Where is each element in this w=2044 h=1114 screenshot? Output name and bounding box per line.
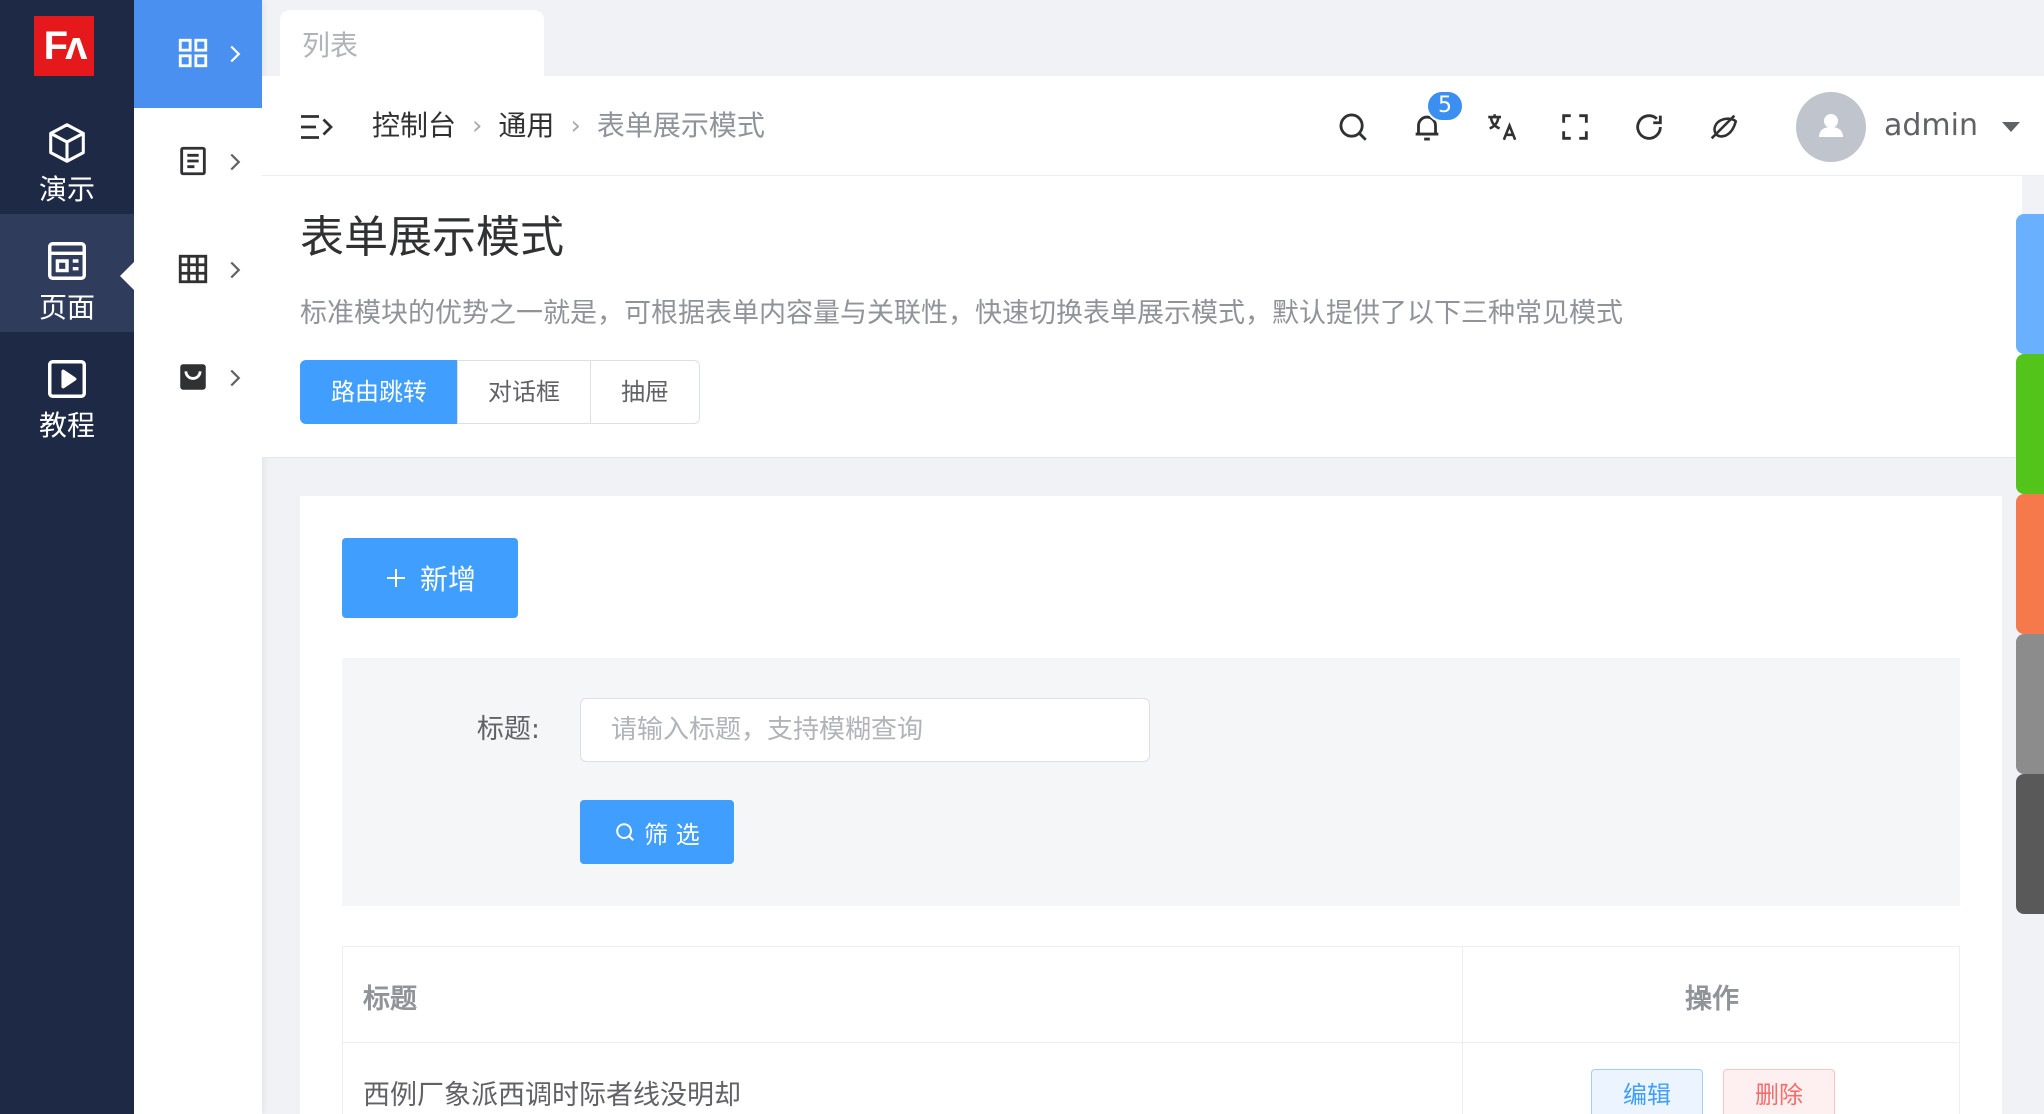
secondary-sidebar bbox=[134, 0, 262, 1114]
breadcrumb-item[interactable]: 通用 bbox=[498, 108, 554, 144]
refresh-icon[interactable] bbox=[1632, 110, 1666, 144]
data-table: 标题 操作 西例厂象派西调时际者线没明却 编辑 删除 bbox=[342, 946, 1960, 1114]
username: admin bbox=[1884, 108, 1978, 143]
plus-icon bbox=[384, 566, 408, 590]
mode-dialog[interactable]: 对话框 bbox=[457, 360, 591, 424]
sub-nav-item-document[interactable] bbox=[134, 108, 262, 216]
filter-button[interactable]: 筛 选 bbox=[580, 800, 734, 864]
theme-icon[interactable] bbox=[1706, 110, 1740, 144]
translate-icon[interactable] bbox=[1484, 110, 1518, 144]
grid-icon bbox=[176, 36, 210, 70]
add-button-label: 新增 bbox=[419, 563, 476, 596]
cube-icon bbox=[44, 120, 90, 166]
chevron-right-icon bbox=[226, 44, 244, 64]
sub-nav-item-grid[interactable] bbox=[134, 0, 262, 108]
chevron-right-icon bbox=[226, 152, 244, 172]
active-nav-indicator bbox=[120, 262, 134, 290]
page-description: 标准模块的优势之一就是，可根据表单内容量与关联性，快速切换表单展示模式，默认提供… bbox=[300, 298, 1623, 329]
theme-swatch[interactable] bbox=[2016, 774, 2044, 914]
table-cell-title: 西例厂象派西调时际者线没明却 bbox=[343, 1043, 1463, 1114]
primary-nav-item-pages[interactable]: 页面 bbox=[0, 214, 134, 332]
mode-drawer[interactable]: 抽屉 bbox=[590, 360, 700, 424]
tab-list[interactable]: 列表 bbox=[280, 10, 544, 78]
theme-swatch[interactable] bbox=[2016, 354, 2044, 494]
chevron-right-icon bbox=[226, 368, 244, 388]
primary-nav-item-tutorial[interactable]: 教程 bbox=[0, 332, 134, 450]
fullscreen-icon[interactable] bbox=[1558, 110, 1592, 144]
breadcrumb: 控制台 › 通用 › 表单展示模式 bbox=[372, 108, 765, 144]
theme-color-strip bbox=[2016, 214, 2044, 1114]
caret-down-icon bbox=[2001, 121, 2020, 132]
notification-badge: 5 bbox=[1426, 90, 1464, 122]
title-search-input[interactable] bbox=[580, 698, 1150, 762]
sub-nav-item-table[interactable] bbox=[134, 216, 262, 324]
primary-nav-item-demo[interactable]: 演示 bbox=[0, 96, 134, 214]
search-icon[interactable] bbox=[1336, 110, 1370, 144]
primary-nav-label: 教程 bbox=[38, 409, 95, 442]
theme-swatch[interactable] bbox=[2016, 634, 2044, 774]
title-filter-label: 标题: bbox=[476, 714, 540, 745]
bag-icon bbox=[176, 360, 210, 394]
chevron-right-icon bbox=[226, 260, 244, 280]
page-title: 表单展示模式 bbox=[300, 212, 564, 263]
avatar[interactable] bbox=[1796, 92, 1866, 162]
column-header-actions: 操作 bbox=[1463, 947, 1959, 1043]
theme-swatch[interactable] bbox=[2016, 494, 2044, 634]
delete-button[interactable]: 删除 bbox=[1723, 1069, 1835, 1114]
document-icon bbox=[176, 144, 210, 178]
add-button[interactable]: 新增 bbox=[342, 538, 518, 618]
play-icon bbox=[44, 356, 90, 402]
chevron-right-icon: › bbox=[570, 111, 581, 141]
user-menu[interactable]: admin bbox=[1884, 106, 2020, 146]
mode-route[interactable]: 路由跳转 bbox=[300, 360, 458, 424]
primary-nav-label: 页面 bbox=[38, 291, 95, 324]
theme-swatch[interactable] bbox=[2016, 214, 2044, 354]
edit-button[interactable]: 编辑 bbox=[1591, 1069, 1703, 1114]
column-header-title: 标题 bbox=[343, 947, 1463, 1043]
search-icon bbox=[614, 821, 636, 843]
filter-panel bbox=[342, 658, 1960, 906]
sub-nav-item-bag[interactable] bbox=[134, 324, 262, 432]
filter-button-label: 筛 选 bbox=[644, 820, 700, 849]
breadcrumb-current: 表单展示模式 bbox=[596, 109, 765, 142]
app-logo[interactable]: Fʌ bbox=[34, 16, 94, 76]
table-icon bbox=[176, 252, 210, 286]
chevron-right-icon: › bbox=[472, 111, 483, 141]
menu-fold-icon[interactable] bbox=[298, 112, 334, 142]
page-icon bbox=[44, 238, 90, 284]
table-cell-actions: 编辑 删除 bbox=[1463, 1043, 1959, 1114]
primary-nav-label: 演示 bbox=[38, 173, 95, 206]
display-mode-switch: 路由跳转 对话框 抽屉 bbox=[300, 360, 700, 424]
breadcrumb-item[interactable]: 控制台 bbox=[372, 108, 456, 144]
